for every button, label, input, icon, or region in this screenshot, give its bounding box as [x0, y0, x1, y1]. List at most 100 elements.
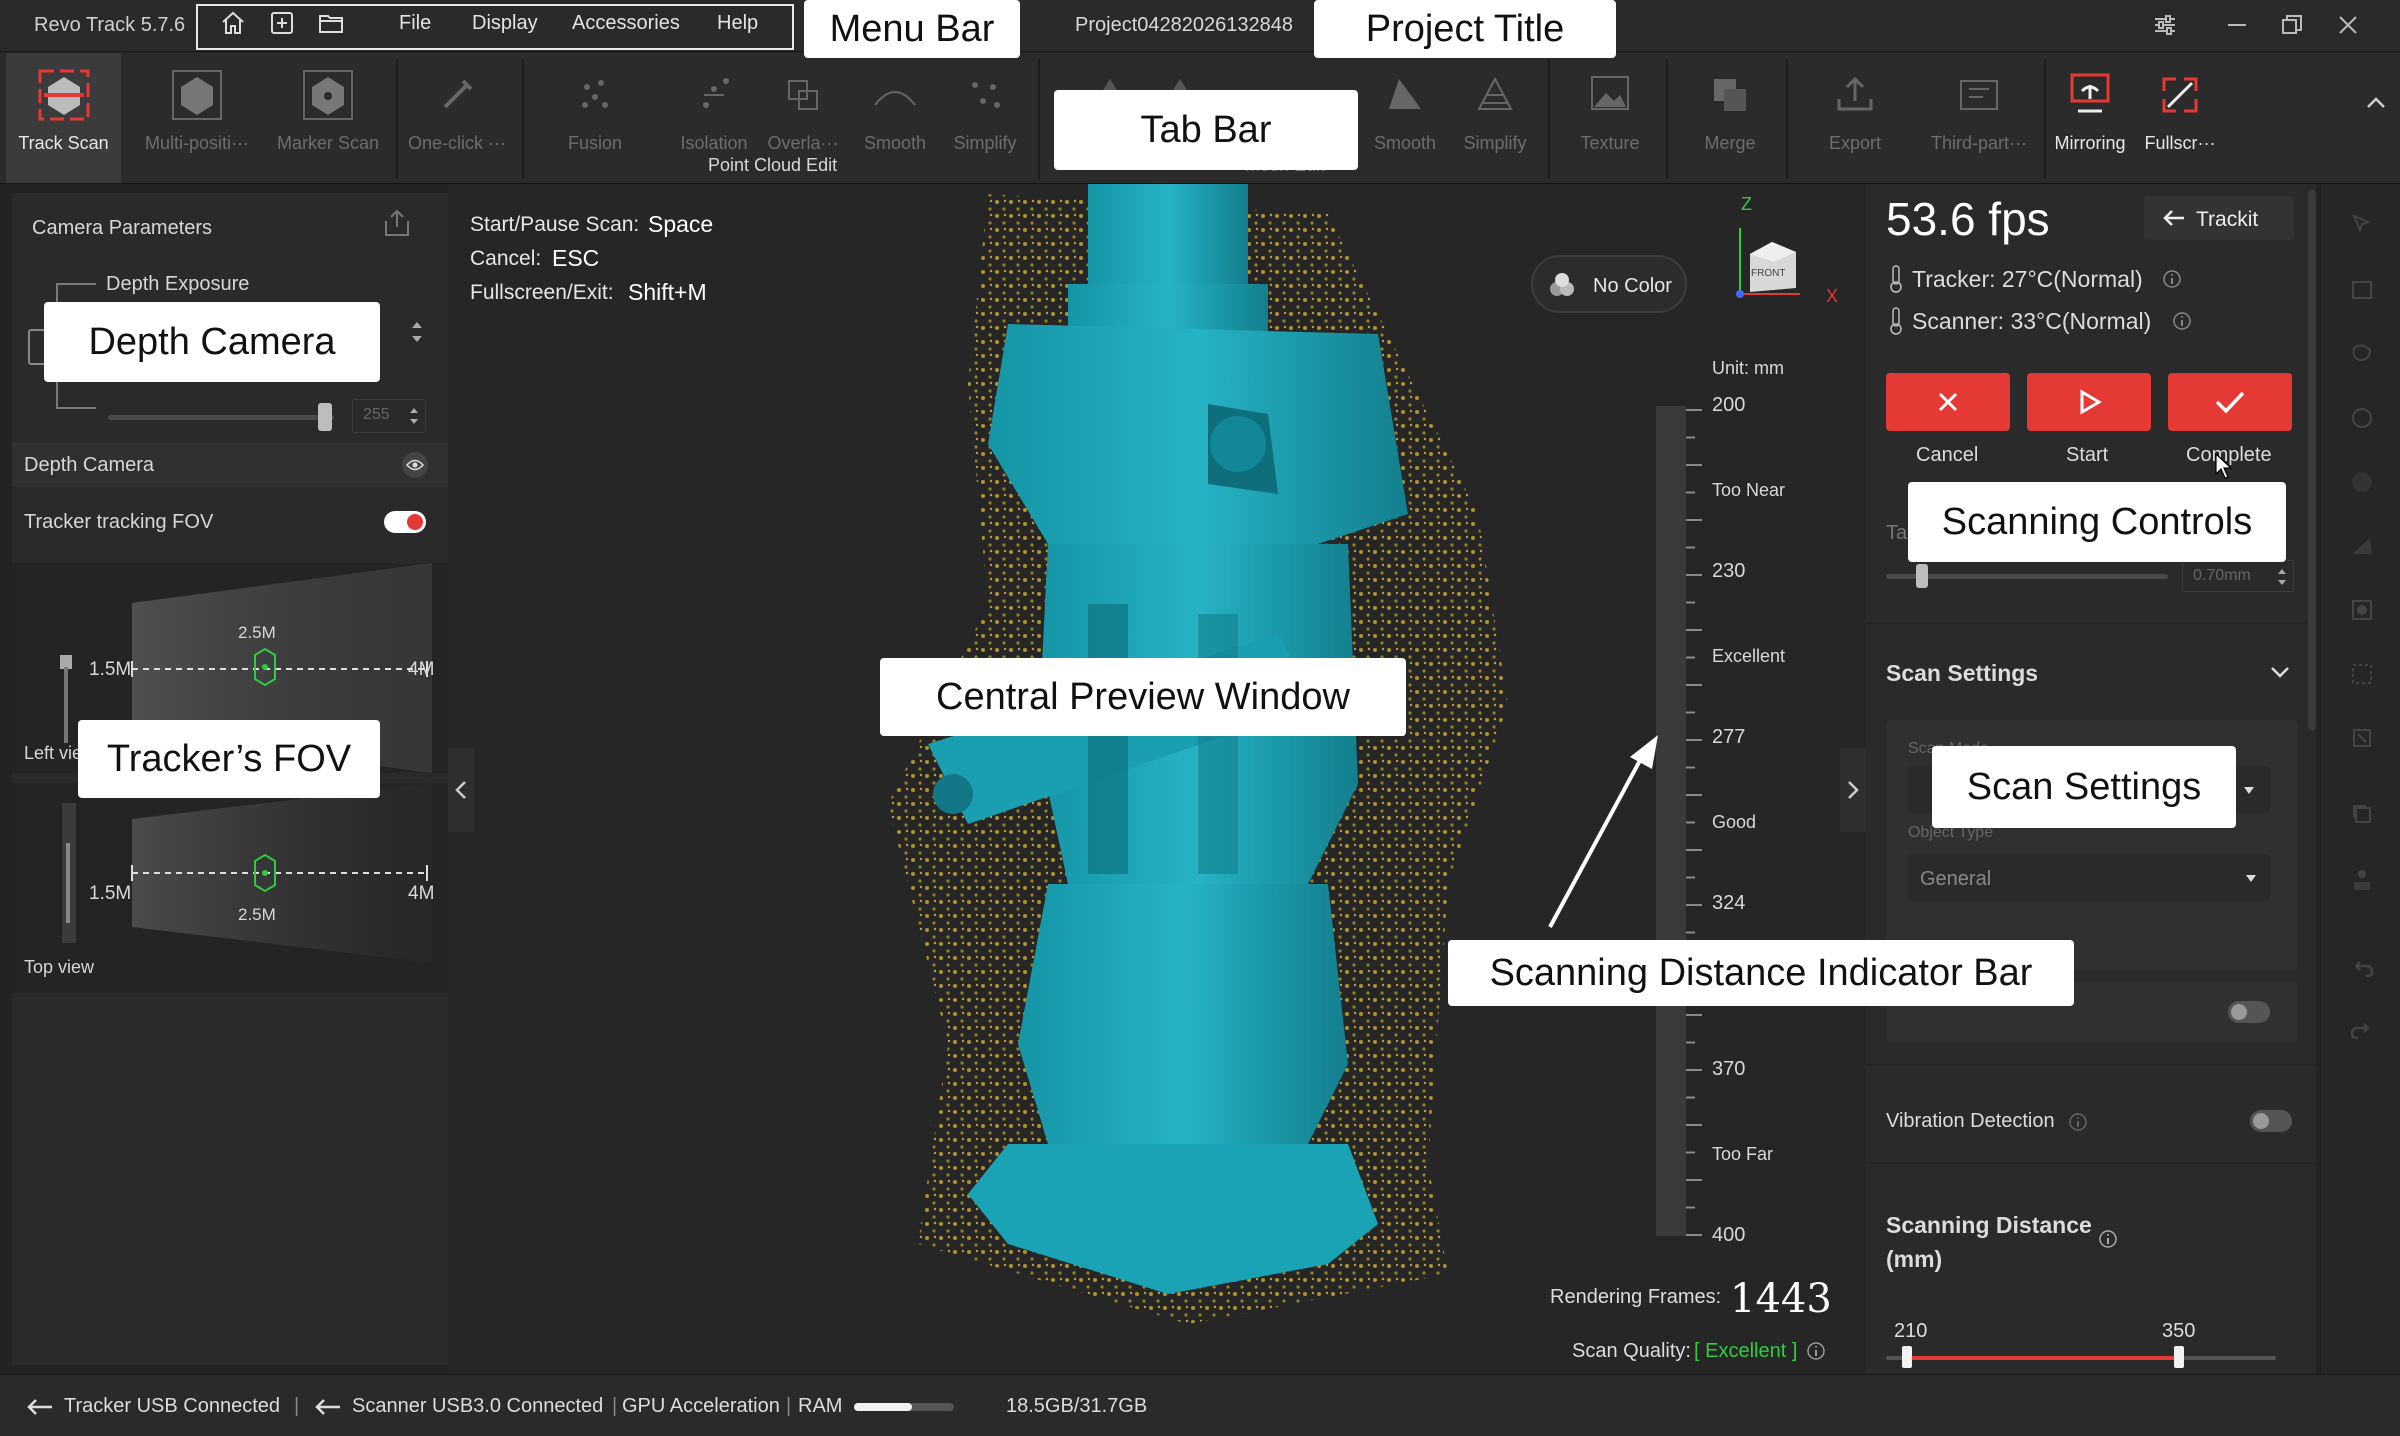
spin-arrows-icon[interactable]: [408, 317, 426, 347]
third-party-tool[interactable]: Third-part···: [1920, 53, 2038, 183]
simplify-tool[interactable]: Simplify: [940, 53, 1030, 183]
distance-min-value: 210: [1894, 1320, 1928, 1342]
divider: [1866, 1162, 2316, 1164]
resolution-slider-handle[interactable]: [1916, 564, 1928, 588]
new-project-icon[interactable]: [267, 8, 297, 38]
shortcut-start-label: Start/Pause Scan:: [470, 213, 640, 236]
fusion-tool[interactable]: Fusion: [545, 53, 645, 183]
delete-selection-icon[interactable]: [2348, 724, 2376, 752]
trackit-button[interactable]: Trackit: [2144, 196, 2294, 240]
distance-max-handle[interactable]: [2174, 1346, 2184, 1368]
collapse-toolbar-icon[interactable]: [2362, 89, 2390, 117]
export-tool[interactable]: Export: [1800, 53, 1910, 183]
menu-file[interactable]: File: [399, 12, 431, 35]
cancel-label: Cancel: [1916, 444, 1979, 466]
info-icon[interactable]: [1806, 1341, 1826, 1361]
callout-menu-bar: Menu Bar: [804, 0, 1020, 58]
resolution-value-field[interactable]: 0.70mm: [2182, 560, 2294, 592]
tracker-fov-label: Tracker tracking FOV: [24, 511, 214, 533]
plane-select-icon[interactable]: [2348, 532, 2376, 560]
mesh-simplify-tool[interactable]: Simplify: [1450, 53, 1540, 183]
minimize-icon[interactable]: [2222, 10, 2252, 40]
one-click-icon: [443, 79, 473, 109]
tracker-fov-toggle[interactable]: [384, 511, 426, 533]
restore-icon[interactable]: [2277, 10, 2307, 40]
menu-help[interactable]: Help: [717, 12, 758, 35]
mouse-cursor-icon: [2215, 452, 2233, 479]
scanning-distance-unit: (mm): [1886, 1246, 1943, 1272]
info-icon[interactable]: [2172, 311, 2192, 331]
smooth-tool[interactable]: Smooth: [850, 53, 940, 183]
fov-near-label: 1.5M: [89, 883, 132, 904]
right-panel-scrollbar[interactable]: [2308, 190, 2316, 730]
cancel-scan-button[interactable]: [1886, 373, 2010, 431]
spin-arrows-icon[interactable]: [407, 404, 421, 428]
mesh-smooth-tool[interactable]: Smooth: [1360, 53, 1450, 183]
scan-quality-label: Scan Quality:: [1572, 1340, 1691, 1362]
undo-icon[interactable]: [2348, 954, 2376, 982]
home-icon[interactable]: [218, 8, 248, 38]
callout-trackers-fov: Tracker’s FOV: [78, 720, 380, 798]
info-icon[interactable]: [2162, 269, 2182, 289]
exposure-value-field[interactable]: 255: [352, 399, 426, 433]
no-color-button[interactable]: No Color: [1531, 255, 1687, 313]
vibration-detection-toggle[interactable]: [2250, 1110, 2292, 1132]
close-icon[interactable]: [2333, 10, 2363, 40]
deselect-icon[interactable]: [2348, 660, 2376, 688]
visibility-eye-icon[interactable]: [402, 452, 428, 478]
one-click-tool[interactable]: One-click ···: [400, 53, 514, 183]
brush-select-icon[interactable]: [2348, 404, 2376, 432]
marker-scan-tool[interactable]: Marker Scan: [268, 53, 388, 183]
tree-line: [56, 283, 96, 285]
dropdown-arrow-icon[interactable]: [2242, 784, 2256, 796]
menu-display[interactable]: Display: [472, 12, 538, 35]
settings-sliders-icon[interactable]: [2150, 10, 2180, 40]
marker-scan-icon: [303, 70, 353, 120]
shortcut-start-key: Space: [648, 211, 714, 237]
multi-position-icon: [172, 70, 222, 120]
person-icon[interactable]: [2348, 866, 2376, 894]
select-tool-icon[interactable]: [2348, 210, 2376, 238]
invert-select-icon[interactable]: [2348, 596, 2376, 624]
copy-icon[interactable]: [2348, 800, 2376, 828]
simplify-icon: [972, 82, 1000, 108]
exposure-slider-handle[interactable]: [318, 403, 332, 431]
scan-option-toggle[interactable]: [2228, 1001, 2270, 1023]
multi-position-tool[interactable]: Multi-positi···: [136, 53, 258, 183]
object-type-select[interactable]: General: [1908, 854, 2270, 902]
callout-scanning-controls: Scanning Controls: [1908, 482, 2286, 562]
depth-camera-section[interactable]: Depth Camera: [12, 443, 448, 487]
distance-min-handle[interactable]: [1902, 1346, 1912, 1368]
resolution-slider-track[interactable]: [1886, 574, 2168, 579]
open-folder-icon[interactable]: [316, 8, 346, 38]
isolation-icon: [703, 78, 729, 108]
spin-arrows-icon[interactable]: [2275, 565, 2289, 589]
collapse-right-panel-button[interactable]: [1840, 748, 1866, 832]
redo-icon[interactable]: [2348, 1016, 2376, 1044]
exposure-value: 255: [363, 406, 390, 423]
ram-label: RAM: [798, 1395, 843, 1417]
merge-icon: [1714, 79, 1746, 111]
texture-tool[interactable]: Texture: [1560, 53, 1660, 183]
distance-277: 277: [1712, 726, 1746, 748]
collapse-left-panel-button[interactable]: [448, 748, 474, 832]
connected-select-icon[interactable]: [2348, 468, 2376, 496]
rectangle-select-icon[interactable]: [2348, 276, 2376, 304]
info-icon[interactable]: [2068, 1112, 2088, 1132]
complete-scan-button[interactable]: [2168, 373, 2292, 431]
fov-near-label: 1.5M: [89, 659, 132, 680]
axis-gizmo[interactable]: [1728, 204, 1828, 304]
chevron-down-icon[interactable]: [2268, 662, 2292, 682]
info-icon[interactable]: [2098, 1229, 2118, 1249]
fps-readout: 53.6 fps: [1886, 193, 2050, 245]
exposure-slider-track[interactable]: [108, 415, 334, 420]
start-scan-button[interactable]: [2027, 373, 2151, 431]
fullscreen-tool[interactable]: Fullscr···: [2138, 53, 2222, 183]
merge-tool[interactable]: Merge: [1680, 53, 1780, 183]
export-params-icon[interactable]: [380, 207, 414, 241]
mirroring-tool[interactable]: Mirroring: [2048, 53, 2132, 183]
scan-settings-header[interactable]: Scan Settings: [1886, 660, 2038, 687]
menu-accessories[interactable]: Accessories: [572, 12, 680, 35]
lasso-select-icon[interactable]: [2348, 340, 2376, 368]
track-scan-tool[interactable]: Track Scan: [6, 53, 121, 183]
